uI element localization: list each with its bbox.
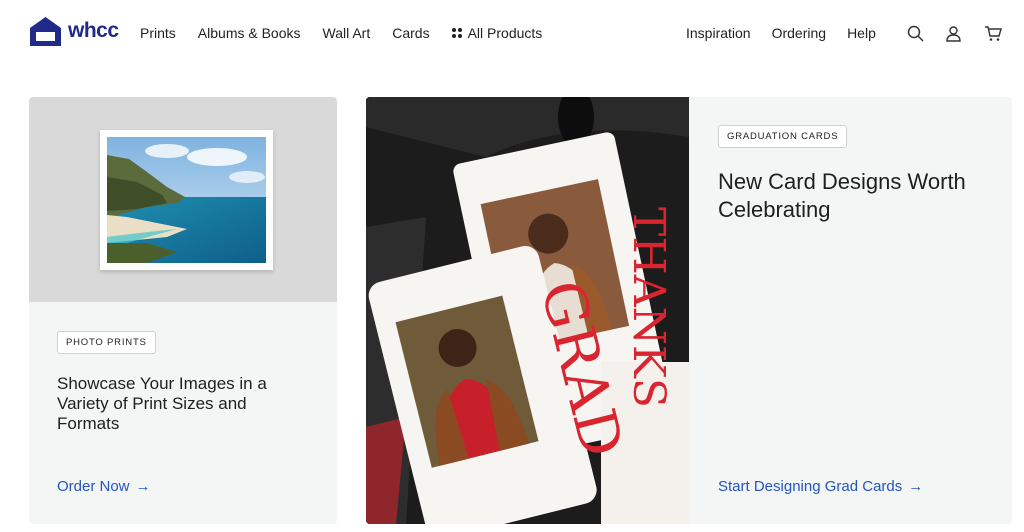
photo-prints-headline: Showcase Your Images in a Variety of Pri… bbox=[57, 374, 267, 433]
site-header: whcc Prints Albums & Books Wall Art Card… bbox=[0, 0, 1024, 68]
print-sample bbox=[100, 130, 273, 270]
graduation-cards-headline: New Card Designs Worth Celebrating bbox=[718, 169, 966, 222]
graduation-cards-tag: GRADUATION CARDS bbox=[718, 125, 848, 148]
photo-prints-image bbox=[29, 97, 337, 302]
nav-prints[interactable]: Prints bbox=[140, 25, 176, 41]
nav-wall-art[interactable]: Wall Art bbox=[323, 25, 371, 41]
nav-inspiration[interactable]: Inspiration bbox=[686, 25, 751, 41]
graduation-cards-image: THANKS GRAD bbox=[366, 97, 689, 524]
coastline-photo bbox=[107, 137, 266, 263]
nav-cards[interactable]: Cards bbox=[392, 25, 429, 41]
start-designing-label: Start Designing Grad Cards bbox=[718, 478, 903, 495]
house-logo-icon bbox=[30, 17, 61, 46]
start-designing-link[interactable]: Start Designing Grad Cards → bbox=[718, 478, 923, 495]
arrow-right-icon: → bbox=[135, 478, 151, 495]
user-icon[interactable] bbox=[945, 25, 963, 43]
order-now-link[interactable]: Order Now → bbox=[57, 478, 151, 495]
photo-prints-tag: PHOTO PRINTS bbox=[57, 331, 156, 354]
brand-name: whcc bbox=[68, 19, 119, 42]
nav-ordering[interactable]: Ordering bbox=[772, 25, 826, 41]
order-now-label: Order Now bbox=[57, 478, 130, 495]
cart-icon[interactable] bbox=[984, 25, 1002, 43]
grad-cards-photo: THANKS GRAD bbox=[366, 97, 689, 524]
nav-help[interactable]: Help bbox=[847, 25, 876, 41]
secondary-nav: Inspiration Ordering Help bbox=[686, 25, 876, 41]
nav-all-products[interactable]: All Products bbox=[451, 25, 543, 41]
whcc-logo[interactable]: whcc bbox=[29, 16, 119, 46]
nav-albums-books[interactable]: Albums & Books bbox=[198, 25, 301, 41]
primary-nav: Prints Albums & Books Wall Art Cards All… bbox=[140, 25, 542, 41]
svg-text:THANKS: THANKS bbox=[623, 207, 674, 408]
graduation-cards-card[interactable]: THANKS GRAD GRADUATION CARDS New Card De… bbox=[366, 97, 1012, 524]
nav-all-products-label: All Products bbox=[467, 25, 543, 41]
search-icon[interactable] bbox=[907, 25, 925, 43]
arrow-right-icon: → bbox=[908, 478, 924, 495]
photo-prints-card[interactable]: PHOTO PRINTS Showcase Your Images in a V… bbox=[29, 97, 337, 524]
grid-icon bbox=[451, 28, 462, 38]
